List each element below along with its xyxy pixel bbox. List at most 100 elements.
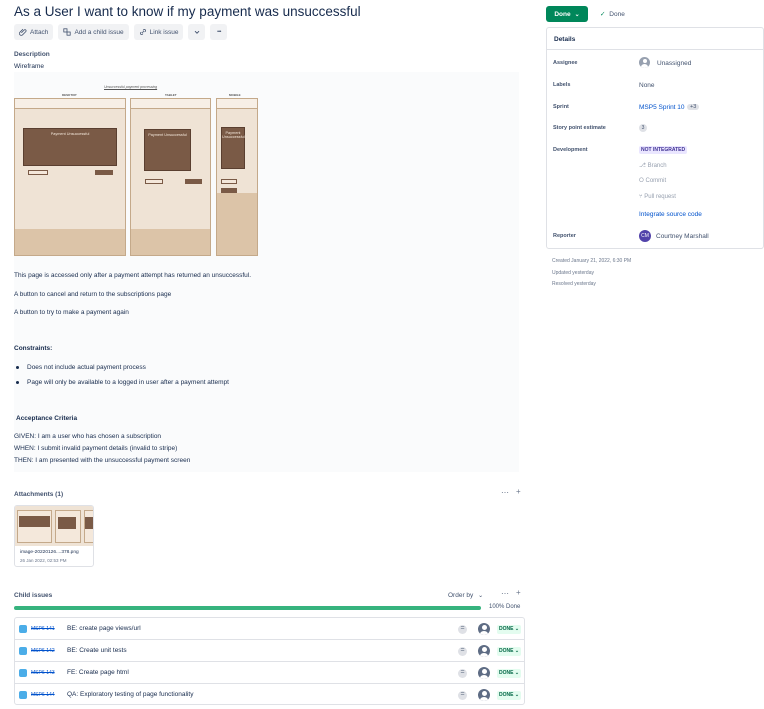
avatar[interactable] bbox=[478, 689, 490, 701]
description-heading: Description bbox=[14, 51, 50, 58]
labels-value[interactable]: None bbox=[639, 82, 655, 89]
tablet-frame: Payment Unsuccessful bbox=[130, 98, 211, 256]
attachment-card[interactable]: image-20220126....378.png 26 Jan 2022, 0… bbox=[14, 505, 94, 567]
attach-label: Attach bbox=[30, 28, 49, 36]
acceptance-heading: Acceptance Criteria bbox=[16, 415, 78, 422]
tablet-label: TABLET bbox=[165, 93, 177, 97]
add-child-issue-button[interactable]: Add a child issue bbox=[58, 24, 129, 40]
child-issue-key[interactable]: MSP6-143 bbox=[31, 670, 55, 676]
details-title: Details bbox=[554, 36, 576, 43]
more-icon[interactable]: ⋯ bbox=[501, 589, 509, 598]
sprint-value[interactable]: MSP5 Sprint 10 bbox=[639, 104, 685, 111]
reporter-value[interactable]: Courtney Marshall bbox=[656, 233, 709, 240]
child-issue-summary[interactable]: QA: Exploratory testing of page function… bbox=[67, 691, 193, 698]
constraint-item: Does not include actual payment process bbox=[27, 364, 146, 371]
updated-timestamp: Updated yesterday bbox=[552, 270, 594, 276]
link-issue-button[interactable]: Link issue bbox=[133, 24, 184, 40]
link-issue-dropdown[interactable] bbox=[188, 24, 206, 40]
attachment-date: 26 Jan 2022, 02:53 PM bbox=[20, 558, 67, 563]
assignee-label: Assignee bbox=[553, 60, 578, 66]
chevron-down-icon: ⌄ bbox=[514, 670, 520, 676]
child-issues-heading: Child issues bbox=[14, 592, 53, 599]
child-issue-row[interactable]: MSP6-143 FE: Create page html = DONE ⌄ bbox=[15, 662, 524, 684]
desktop-message: Payment Unsuccessful bbox=[23, 128, 117, 166]
issue-toolbar: Attach Add a child issue Link issue ••• bbox=[14, 24, 228, 40]
bullet-point bbox=[16, 381, 19, 384]
details-header[interactable]: Details bbox=[547, 28, 763, 50]
wireframe-image[interactable]: Unsuccessful payment processing DESKTOP … bbox=[14, 84, 258, 256]
development-label: Development bbox=[553, 147, 588, 153]
desktop-frame: Payment Unsuccessful bbox=[14, 98, 126, 256]
description-paragraph: A button to cancel and return to the sub… bbox=[14, 291, 172, 298]
pull-request-label: Pull request bbox=[644, 194, 676, 200]
status-badge[interactable]: DONE ⌄ bbox=[497, 669, 522, 678]
status-badge[interactable]: DONE ⌄ bbox=[497, 691, 522, 700]
status-badge[interactable]: DONE ⌄ bbox=[497, 647, 522, 656]
description-paragraph: This page is accessed only after a payme… bbox=[14, 272, 252, 279]
sprint-label: Sprint bbox=[553, 104, 569, 110]
add-icon[interactable]: + bbox=[516, 487, 521, 496]
child-issue-row[interactable]: MSP6-144 QA: Exploratory testing of page… bbox=[15, 684, 524, 706]
child-issue-icon bbox=[63, 28, 72, 36]
check-icon: ✓ bbox=[600, 11, 606, 18]
pull-request-item[interactable]: ⑂ Pull request bbox=[639, 194, 676, 200]
status-button-label: Done bbox=[554, 10, 571, 18]
child-progress-bar bbox=[14, 606, 481, 610]
subtask-icon bbox=[19, 647, 27, 655]
branch-item[interactable]: ⎇ Branch bbox=[639, 162, 667, 169]
pull-request-icon: ⑂ bbox=[639, 194, 643, 200]
chevron-down-icon: ⌄ bbox=[478, 593, 484, 599]
child-issue-summary[interactable]: BE: Create unit tests bbox=[67, 647, 127, 654]
commit-icon: ⭘ bbox=[639, 178, 644, 184]
issue-title[interactable]: As a User I want to know if my payment w… bbox=[14, 4, 361, 19]
wireframe-label: Wireframe bbox=[14, 63, 44, 70]
subtask-icon bbox=[19, 625, 27, 633]
story-points-value[interactable]: 3 bbox=[639, 124, 647, 132]
avatar[interactable] bbox=[478, 667, 490, 679]
acceptance-item: GIVEN: I am a user who has chosen a subs… bbox=[14, 433, 162, 440]
acceptance-item: WHEN: I submit invalid payment details (… bbox=[14, 445, 178, 452]
child-issue-row[interactable]: MSP6-141 BE: create page views/url = DON… bbox=[15, 618, 524, 640]
child-issue-row[interactable]: MSP6-142 BE: Create unit tests = DONE ⌄ bbox=[15, 640, 524, 662]
commit-item[interactable]: ⭘ Commit bbox=[639, 178, 666, 185]
chevron-down-icon: ⌄ bbox=[514, 692, 520, 698]
chevron-down-icon: ⌄ bbox=[574, 11, 580, 18]
add-icon[interactable]: + bbox=[516, 588, 521, 597]
mobile-label: MOBILE bbox=[229, 93, 241, 97]
subtask-icon bbox=[19, 669, 27, 677]
child-issue-key[interactable]: MSP6-142 bbox=[31, 648, 55, 654]
priority-icon: = bbox=[458, 625, 467, 634]
avatar[interactable] bbox=[478, 623, 490, 635]
assignee-value[interactable]: Unassigned bbox=[657, 60, 691, 67]
link-icon bbox=[139, 29, 146, 35]
child-issue-label: Add a child issue bbox=[74, 28, 124, 36]
attachment-thumbnail bbox=[15, 506, 93, 546]
child-issue-key[interactable]: MSP6-141 bbox=[31, 626, 55, 632]
status-button[interactable]: Done ⌄ bbox=[546, 6, 588, 22]
resolution-indicator: ✓ Done bbox=[600, 10, 625, 18]
mobile-message: Payment Unsuccessful bbox=[221, 127, 245, 169]
branch-label: Branch bbox=[647, 163, 667, 169]
development-status-badge: NOT INTEGRATED bbox=[639, 146, 688, 154]
avatar[interactable] bbox=[478, 645, 490, 657]
desktop-label: DESKTOP bbox=[62, 93, 77, 97]
child-issue-summary[interactable]: BE: create page views/url bbox=[67, 625, 141, 632]
resolved-timestamp: Resolved yesterday bbox=[552, 281, 596, 287]
reporter-label: Reporter bbox=[553, 233, 576, 239]
bullet-point bbox=[16, 366, 19, 369]
attach-button[interactable]: Attach bbox=[14, 24, 54, 40]
description-paragraph: A button to try to make a payment again bbox=[14, 309, 129, 316]
order-by-button[interactable]: Order by ⌄ bbox=[448, 592, 483, 599]
link-issue-label: Link issue bbox=[149, 28, 179, 36]
sprint-extra-badge[interactable]: +3 bbox=[687, 104, 700, 110]
commit-label: Commit bbox=[645, 178, 667, 184]
priority-icon: = bbox=[458, 669, 467, 678]
integrate-link[interactable]: Integrate source code bbox=[639, 211, 702, 218]
details-panel: Details Assignee Unassigned Labels None … bbox=[546, 27, 764, 249]
child-issue-key[interactable]: MSP6-144 bbox=[31, 692, 55, 698]
child-issue-summary[interactable]: FE: Create page html bbox=[67, 669, 129, 676]
attachment-filename: image-20220126....378.png bbox=[20, 550, 79, 555]
more-actions-button[interactable]: ••• bbox=[210, 24, 228, 40]
status-badge[interactable]: DONE ⌄ bbox=[497, 625, 522, 634]
more-icon[interactable]: ⋯ bbox=[501, 488, 509, 497]
